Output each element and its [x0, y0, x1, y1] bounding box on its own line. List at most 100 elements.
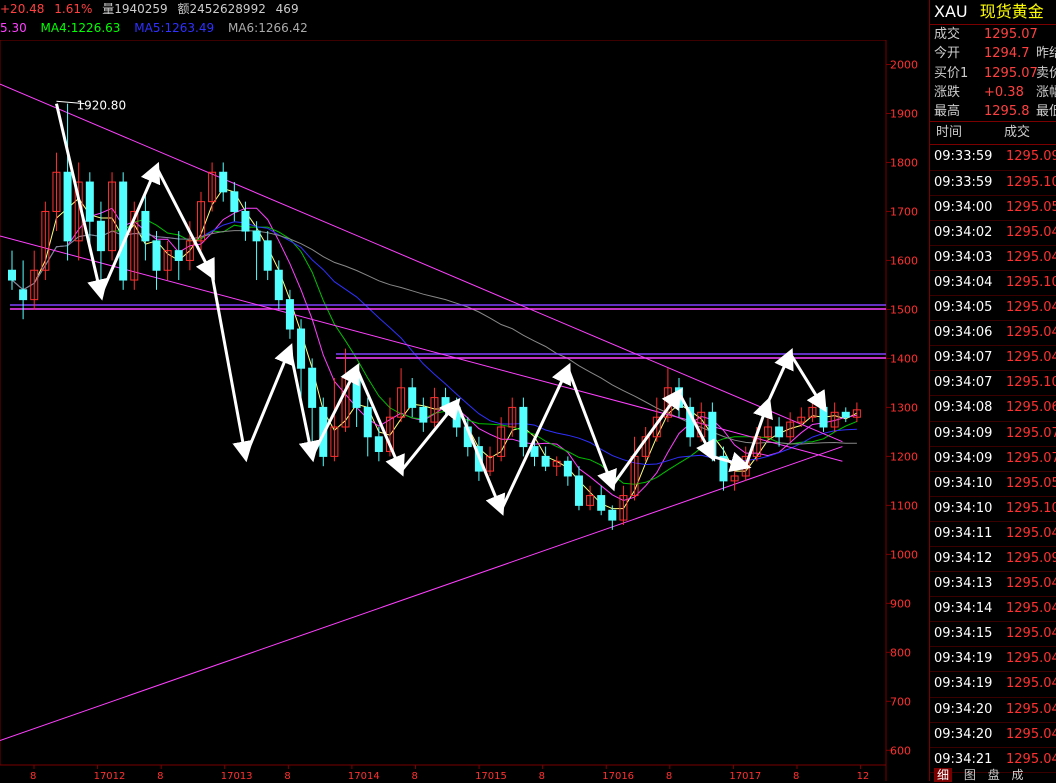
trend-arrow: [155, 166, 215, 281]
tick-time: 09:34:13: [934, 576, 993, 592]
tick-price: 1295.05: [1006, 475, 1056, 491]
trend-arrow: [766, 348, 794, 404]
tick-header-time: 时间: [936, 125, 963, 141]
y-tick-label: 1800: [890, 156, 918, 169]
tick-price: 1295.04: [1006, 651, 1056, 667]
candle-body: [541, 455, 550, 467]
quote-panel: XAU 现货黄金 成交 1295.07 今开 1294.7 昨结 买价1 1295.07…: [929, 0, 1056, 782]
candle-body: [252, 230, 261, 242]
tick-list[interactable]: 09:33:59 1295.09 09:33:59 1295.10 09:34:00 12…: [930, 145, 1056, 773]
y-tick-label: 600: [890, 744, 911, 757]
quote-row: 最高 1295.8 最低: [930, 102, 1056, 121]
y-tick-label: 1400: [890, 352, 918, 365]
tick-header-price: 成交: [1004, 125, 1031, 141]
tick-price: 1295.05: [1006, 199, 1056, 215]
tick-time: 09:34:07: [934, 375, 993, 391]
tick-header: 时间 成交: [930, 121, 1056, 146]
tick-row: 09:34:06 1295.04: [930, 321, 1056, 347]
quote-value: 1294.7: [984, 46, 1030, 62]
tick-price: 1295.04: [1006, 701, 1056, 717]
candle-body: [219, 171, 228, 193]
amount: 额2452628992: [177, 2, 266, 16]
x-tick-label: 17015: [475, 771, 507, 781]
quote-label: 买价1: [934, 65, 969, 81]
x-tick-label: 8: [793, 771, 799, 781]
x-tick-label: 12: [857, 771, 870, 781]
tick-row: 09:34:02 1295.04: [930, 221, 1056, 246]
quote-row: 买价1 1295.07 卖价: [930, 64, 1056, 83]
trend-arrow: [711, 451, 752, 473]
tick-time: 09:34:10: [934, 500, 993, 516]
candlestick-chart[interactable]: 2000 1900 1800 1700 1600 1500 1400 1300 1200 1100…: [0, 40, 928, 781]
tick-time: 09:34:14: [934, 601, 993, 617]
tick-time: 09:34:19: [934, 651, 993, 667]
tick-price: 1295.04: [1006, 224, 1056, 240]
candle-body: [274, 269, 283, 301]
tick-row: 09:34:07 1295.10: [930, 371, 1056, 397]
tick-price: 1295.07: [1006, 450, 1056, 466]
ma-label: MA4:1226.63: [40, 21, 121, 35]
candle-body: [230, 191, 239, 212]
tab-detail[interactable]: 细: [934, 768, 953, 782]
tab-depth[interactable]: 盘: [988, 768, 1000, 782]
ma-legend: 5.30 MA4:1226.63 MA5:1263.49 MA6:1266.42: [0, 21, 928, 39]
quote-label: 最高: [934, 104, 961, 120]
tab-chart[interactable]: 图: [964, 768, 976, 782]
candle-body: [263, 240, 272, 271]
candle-body: [297, 328, 306, 369]
x-tick-label: 17012: [94, 771, 126, 781]
tick-price: 1295.10: [1006, 174, 1056, 190]
extra-value: 469: [275, 2, 299, 16]
ma-label: 5.30: [0, 21, 27, 35]
header-stats: +20.48 1.61% 量1940259 额2452628992 469: [0, 0, 928, 20]
tick-row: 09:34:10 1295.10: [930, 497, 1056, 522]
candle-body: [174, 250, 183, 261]
tick-price: 1295.04: [1006, 626, 1056, 642]
tick-row: 09:34:07 1295.04: [930, 346, 1056, 372]
y-tick-label: 800: [890, 646, 911, 659]
candle-body: [285, 299, 294, 330]
change-pct: 1.61%: [54, 2, 93, 16]
quote-row: 今开 1294.7 昨结: [930, 44, 1056, 63]
tick-time: 09:34:09: [934, 450, 993, 466]
x-tick-label: 17013: [221, 771, 253, 781]
tick-row: 09:34:05 1295.04: [930, 296, 1056, 322]
y-tick-label: 2000: [890, 58, 918, 71]
tick-price: 1295.10: [1006, 375, 1056, 391]
candle-body: [241, 210, 250, 232]
tick-time: 09:33:59: [934, 149, 993, 165]
candle-body: [85, 181, 94, 222]
tab-trades[interactable]: 成: [1012, 768, 1024, 782]
x-tick-label: 8: [411, 771, 417, 781]
quote-label: 涨跌: [934, 84, 961, 100]
tick-row: 09:34:09 1295.07: [930, 447, 1056, 472]
quote-value: 1295.07: [984, 27, 1038, 42]
trend-arrow: [399, 397, 461, 473]
tick-price: 1295.10: [1006, 500, 1056, 516]
candle-body: [819, 406, 828, 428]
candle-body: [19, 289, 28, 301]
tick-price: 1295.07: [1006, 425, 1056, 441]
tick-price: 1295.04: [1006, 325, 1056, 341]
tick-time: 09:34:07: [934, 350, 993, 366]
candle-body: [519, 406, 528, 448]
tick-time: 09:34:03: [934, 249, 993, 265]
y-tick-label: 1100: [890, 499, 918, 512]
quote-row: 成交 1295.07: [930, 25, 1056, 44]
tick-row: 09:34:15 1295.04: [930, 622, 1056, 648]
candle-body: [352, 377, 361, 408]
candle-body: [141, 210, 150, 242]
tick-row: 09:34:09 1295.07: [930, 422, 1056, 447]
quote-value: 1295.07: [984, 65, 1038, 81]
trend-arrow: [611, 387, 683, 487]
y-tick-label: 900: [890, 597, 911, 610]
symbol: XAU: [934, 2, 968, 21]
tick-time: 09:34:05: [934, 300, 993, 316]
tick-time: 09:34:10: [934, 475, 993, 491]
candle-body: [152, 240, 161, 271]
x-tick-label: 17017: [729, 771, 761, 781]
tick-price: 1295.04: [1006, 249, 1056, 265]
tick-time: 09:34:09: [934, 425, 993, 441]
tick-time: 09:34:00: [934, 199, 993, 215]
tick-time: 09:34:08: [934, 400, 993, 416]
